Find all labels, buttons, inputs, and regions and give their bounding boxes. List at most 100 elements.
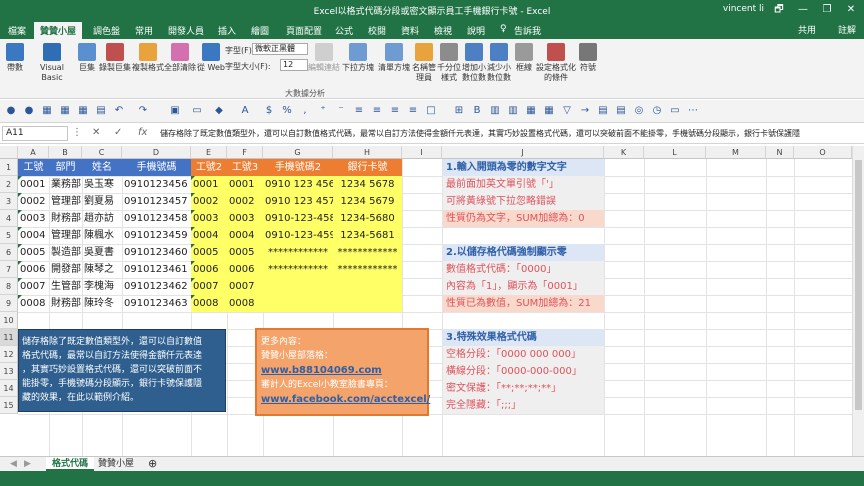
insert-function-icon[interactable]: fx [138,127,147,138]
ribbon-button-symbol[interactable]: 符號 [578,43,598,73]
row-header[interactable]: 15 [0,397,18,414]
tab-palette[interactable]: 調色盤 [93,24,120,37]
table-icon[interactable]: ▤ [614,104,628,118]
table-cell[interactable]: 陳楓水 [82,227,122,244]
table-cell[interactable]: 趙亦訪 [82,210,122,227]
table-cell[interactable]: 0007 [227,278,263,295]
table-header-cell[interactable]: 手機號碼 [122,159,191,176]
column-header[interactable]: F [227,146,263,159]
row-header[interactable]: 2 [0,176,18,193]
row-header[interactable]: 14 [0,380,18,397]
comment-button[interactable]: 註解 [838,23,856,36]
ribbon-button-record-macro[interactable]: 錄製巨集 [99,43,131,73]
table-header-cell[interactable]: 工號 [18,159,49,176]
decrease-decimal-icon[interactable]: ⁻ [334,104,348,118]
chart-icon[interactable]: ▥ [506,104,520,118]
table-cell[interactable]: 吳夏書 [82,244,122,261]
row-header[interactable]: 13 [0,363,18,380]
table-cell[interactable]: 0008 [191,295,227,312]
table-cell[interactable]: 0910123458 [122,210,191,227]
camera-icon[interactable]: ◎ [632,104,646,118]
chat-icon[interactable]: ▭ [668,104,682,118]
column-header[interactable]: C [82,146,122,159]
table-cell[interactable]: 管理部 [49,227,82,244]
enter-icon[interactable]: ✓ [114,127,122,138]
table-cell[interactable] [263,295,333,312]
ribbon-button-name-manager[interactable]: 名稱管理員 [412,43,436,83]
table-cell[interactable]: 0006 [18,261,49,278]
row-header[interactable]: 7 [0,261,18,278]
table-header-cell[interactable]: 手機號碼2 [263,159,333,176]
grid-icon[interactable]: ▦ [524,104,538,118]
table-cell[interactable]: 0910123460 [122,244,191,261]
tab-extra[interactable]: ♀ [500,24,507,34]
merge-icon[interactable]: ⊞ [452,104,466,118]
font-color-icon[interactable]: A [238,104,252,118]
sheet-tab-zanzan[interactable]: 贊贊小屋 [92,457,140,471]
row-header[interactable]: 5 [0,227,18,244]
table-cell[interactable]: 0008 [18,295,49,312]
row-header[interactable]: 10 [0,312,18,329]
table-header-cell[interactable]: 姓名 [82,159,122,176]
table-cell[interactable]: 0004 [18,227,49,244]
currency-icon[interactable]: $ [262,104,276,118]
bold-icon[interactable]: B [470,104,484,118]
table-cell[interactable]: 0910123463 [122,295,191,312]
table-cell[interactable]: 製造部 [49,244,82,261]
table-cell[interactable]: ************ [263,244,333,261]
tab-zanzan[interactable]: 贊贊小屋 [34,22,83,39]
share-button[interactable]: 共用 [798,23,816,36]
table-cell[interactable]: 業務部 [49,176,82,193]
table-cell[interactable]: 吳玉寒 [82,176,122,193]
ribbon-button-macros-count[interactable]: 帶數 [4,43,26,73]
borders-icon[interactable]: □ [424,104,438,118]
justify-icon[interactable]: ≡ [406,104,420,118]
circle-icon[interactable]: ● [22,104,36,118]
vertical-scrollbar[interactable] [852,146,864,456]
column-header[interactable]: H [333,146,402,159]
ribbon-button-decrease-decimal[interactable]: 減少小數位數 [487,43,511,83]
table-header-cell[interactable]: 工號3 [227,159,263,176]
tab-formulas[interactable]: 公式 [335,24,353,37]
undo-icon[interactable]: ↶ [112,104,126,118]
ribbon-button-borders[interactable]: 框線 [514,43,534,73]
ribbon-button-clear-all[interactable]: 全部清除 [164,43,196,73]
arrow-right-icon[interactable]: → [578,104,592,118]
ribbon-button-combo-box[interactable]: 下拉方塊 [341,43,375,73]
tell-me-search[interactable]: 告訴我 [514,24,541,37]
table-cell[interactable]: ************ [333,244,402,261]
align-left-icon[interactable]: ≡ [352,104,366,118]
table-cell[interactable]: 0002 [191,193,227,210]
table-cell[interactable]: 0007 [18,278,49,295]
percent-icon[interactable]: % [280,104,294,118]
table-cell[interactable]: 0003 [227,210,263,227]
table-cell[interactable]: 0910123462 [122,278,191,295]
table-cell[interactable]: 0002 [227,193,263,210]
row-header[interactable]: 11 [0,329,18,346]
ribbon-display-icon[interactable]: 🗗 [768,2,790,18]
font-size-select[interactable]: 12 [280,59,308,71]
table-cell[interactable] [333,278,402,295]
table-cell[interactable]: 0910123461 [122,261,191,278]
column-header[interactable]: M [706,146,766,159]
worksheet-grid[interactable]: A B C D E F G H I J K L M N O 1 2 3 4 5 … [0,146,852,456]
table-cell[interactable]: 0001 [191,176,227,193]
tab-draw[interactable]: 繪圖 [251,24,269,37]
tab-page-layout[interactable]: 頁面配置 [286,24,322,37]
table-cell[interactable]: 0001 [18,176,49,193]
table-cell[interactable]: 0006 [227,261,263,278]
table-cell[interactable]: 0003 [191,210,227,227]
row-header[interactable]: 4 [0,210,18,227]
table-cell[interactable]: 陳玲冬 [82,295,122,312]
tab-insert[interactable]: 插入 [218,24,236,37]
description-text-box[interactable]: 儲存格除了既定數值類型外，還可以自訂數值 格式代碼，最常以自訂方法使得金額仟元表… [18,329,226,412]
table-cell[interactable]: 劉夏易 [82,193,122,210]
table-cell[interactable]: 生管部 [49,278,82,295]
image-icon[interactable]: ▣ [168,104,182,118]
facebook-link[interactable]: www.facebook.com/acctexcel/ [261,392,430,407]
table-cell[interactable]: 0910123459 [122,227,191,244]
font-select[interactable]: 微軟正黑體 [252,43,308,55]
column-header[interactable]: I [402,146,442,159]
table-cell[interactable]: 0910123456 [122,176,191,193]
paint-bucket-icon[interactable]: ◆ [212,104,226,118]
